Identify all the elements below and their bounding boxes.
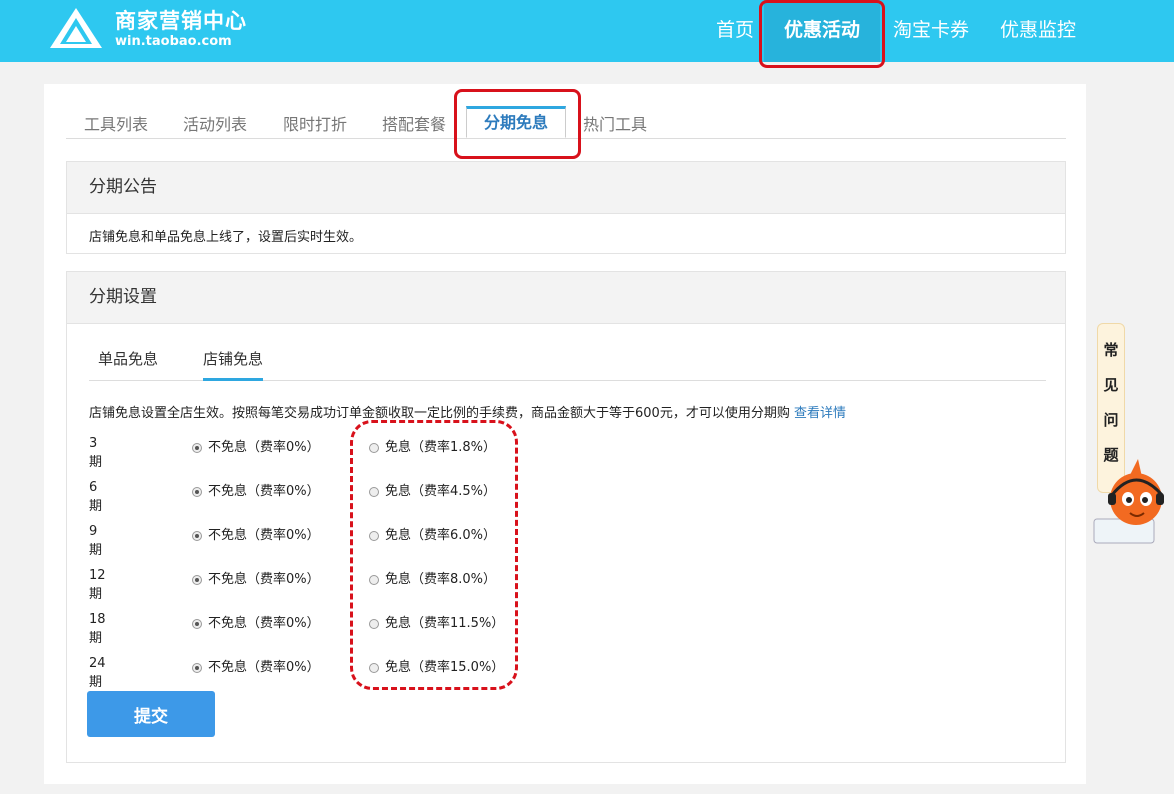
submit-button[interactable]: 提交 (87, 691, 215, 737)
settings-panel: 分期设置 单品免息 店铺免息 店铺免息设置全店生效。按照每笔交易成功订单金额收取… (66, 271, 1066, 763)
option-label: 不免息（费率0%） (208, 528, 320, 543)
tab-highlight-box (454, 89, 581, 159)
settings-title: 分期设置 (67, 272, 1065, 324)
brand[interactable]: 商家营销中心 win.taobao.com (115, 8, 247, 49)
tab-bundle[interactable]: 搭配套餐 (382, 111, 446, 135)
nav-highlight-box (759, 0, 885, 68)
taobao-logo-icon[interactable] (48, 6, 104, 50)
option-no-free[interactable]: 不免息（费率0%） (192, 656, 320, 675)
notice-text: 店铺免息和单品免息上线了，设置后实时生效。 (89, 230, 363, 245)
settings-description: 店铺免息设置全店生效。按照每笔交易成功订单金额收取一定比例的手续费，商品金额大于… (89, 402, 846, 421)
detail-link[interactable]: 查看详情 (794, 406, 846, 421)
radio-selected-icon[interactable] (192, 486, 202, 497)
radio-selected-icon[interactable] (192, 662, 202, 673)
brand-title: 商家营销中心 (115, 9, 247, 33)
option-label: 不免息（费率0%） (208, 660, 320, 675)
tab-hot-tools[interactable]: 热门工具 (583, 111, 647, 135)
option-no-free[interactable]: 不免息（费率0%） (192, 480, 320, 499)
period-label: 9期 (89, 524, 103, 558)
subtab-item-free[interactable]: 单品免息 (98, 348, 158, 369)
nav-coupons[interactable]: 淘宝卡券 (893, 0, 969, 62)
faq-char: 见 (1103, 376, 1119, 394)
faq-char: 问 (1103, 411, 1119, 429)
subtab-store-free[interactable]: 店铺免息 (203, 348, 264, 381)
option-label: 不免息（费率0%） (208, 616, 320, 631)
option-no-free[interactable]: 不免息（费率0%） (192, 568, 320, 587)
tab-activity-list[interactable]: 活动列表 (183, 111, 247, 135)
top-header: 商家营销中心 win.taobao.com 首页 优惠活动 淘宝卡券 优惠监控 (0, 0, 1174, 62)
period-label: 18期 (89, 612, 106, 646)
faq-char: 常 (1103, 341, 1119, 359)
radio-selected-icon[interactable] (192, 442, 202, 453)
nav-monitor[interactable]: 优惠监控 (1000, 0, 1076, 62)
period-label: 6期 (89, 480, 103, 514)
radio-selected-icon[interactable] (192, 530, 202, 541)
period-label: 12期 (89, 568, 106, 602)
option-label: 不免息（费率0%） (208, 572, 320, 587)
description-text: 店铺免息设置全店生效。按照每笔交易成功订单金额收取一定比例的手续费，商品金额大于… (89, 406, 790, 421)
nav-home[interactable]: 首页 (716, 0, 754, 62)
option-no-free[interactable]: 不免息（费率0%） (192, 524, 320, 543)
option-label: 不免息（费率0%） (208, 440, 320, 455)
option-label: 不免息（费率0%） (208, 484, 320, 499)
radio-selected-icon[interactable] (192, 618, 202, 629)
option-no-free[interactable]: 不免息（费率0%） (192, 436, 320, 455)
option-no-free[interactable]: 不免息（费率0%） (192, 612, 320, 631)
radio-selected-icon[interactable] (192, 574, 202, 585)
free-options-highlight-box (350, 420, 518, 690)
period-label: 24期 (89, 656, 106, 690)
tab-limited-discount[interactable]: 限时打折 (283, 111, 347, 135)
settings-subtabs: 单品免息 店铺免息 (89, 344, 1046, 381)
notice-panel: 分期公告 店铺免息和单品免息上线了，设置后实时生效。 (66, 161, 1066, 254)
brand-url: win.taobao.com (115, 34, 232, 49)
period-label: 3期 (89, 436, 103, 470)
notice-title: 分期公告 (67, 162, 1065, 214)
mascot-icon[interactable] (1090, 455, 1170, 550)
main-content: 工具列表 活动列表 限时打折 搭配套餐 分期免息 热门工具 分期公告 店铺免息和… (44, 84, 1086, 784)
tab-tool-list[interactable]: 工具列表 (84, 111, 148, 135)
